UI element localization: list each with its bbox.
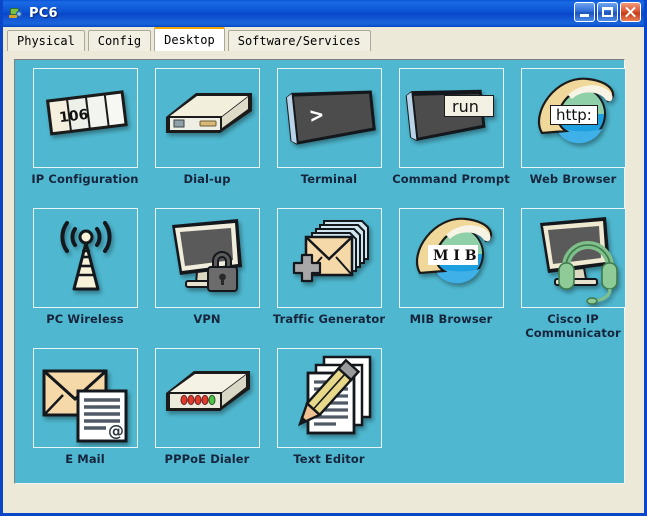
title-bar: PC6 bbox=[3, 0, 644, 27]
desktop-item-web-browser[interactable]: http: Web Browser bbox=[515, 68, 631, 208]
desktop-item-command-prompt[interactable]: run Command Prompt bbox=[392, 68, 510, 208]
email-envelope-letter-icon: @ bbox=[42, 369, 127, 443]
desktop-item-label: PC Wireless bbox=[46, 312, 124, 326]
desktop-item-label: Command Prompt bbox=[392, 172, 510, 186]
tab-software-services-label: Software/Services bbox=[237, 34, 361, 48]
desktop-item-dial-up[interactable]: Dial-up bbox=[149, 68, 265, 208]
window-controls bbox=[574, 2, 641, 22]
vpn-monitor-lock-icon bbox=[171, 219, 242, 292]
tab-bar: Physical Config Desktop Software/Service… bbox=[3, 27, 644, 52]
pppoe-dialer-tile[interactable] bbox=[154, 348, 260, 448]
ip-configuration-tile[interactable]: 106 bbox=[32, 68, 138, 168]
tab-content-desktop: 106 IP Configuration Dial-up > Terminal … bbox=[3, 51, 644, 513]
tab-physical[interactable]: Physical bbox=[7, 30, 85, 51]
desktop-item-label: Traffic Generator bbox=[272, 312, 386, 326]
desktop-item-pppoe-dialer[interactable]: PPPoE Dialer bbox=[149, 348, 265, 488]
desktop-item-label: VPN bbox=[193, 312, 221, 326]
text-editor-tile[interactable] bbox=[276, 348, 382, 448]
desktop-item-label: PPPoE Dialer bbox=[164, 452, 250, 466]
dial-up-modem-icon bbox=[165, 93, 252, 133]
terminal-prompt-glyph: > bbox=[308, 103, 324, 129]
device-window: PC6 Physical Config Desktop Software/Ser… bbox=[0, 0, 647, 516]
close-button[interactable] bbox=[620, 2, 641, 22]
tab-software-services[interactable]: Software/Services bbox=[227, 30, 371, 51]
desktop-item-label: IP Configuration bbox=[31, 172, 139, 186]
desktop-item-traffic-generator[interactable]: Traffic Generator bbox=[271, 208, 387, 348]
tab-desktop[interactable]: Desktop bbox=[154, 27, 225, 51]
maximize-button[interactable] bbox=[597, 2, 618, 22]
desktop-item-mib-browser[interactable]: M I B MIB Browser bbox=[393, 208, 509, 348]
desktop-item-ip-configuration[interactable]: 106 IP Configuration bbox=[27, 68, 143, 208]
desktop-item-terminal[interactable]: > Terminal bbox=[271, 68, 387, 208]
web-browser-badge: http: bbox=[556, 106, 592, 124]
text-editor-pencil-document-icon bbox=[297, 355, 371, 435]
command-prompt-tile[interactable]: run bbox=[398, 68, 504, 168]
desktop-item-label: Cisco IP Communicator bbox=[525, 312, 621, 340]
cisco-ip-communicator-headset-icon bbox=[539, 217, 618, 305]
desktop-item-label: Web Browser bbox=[529, 172, 617, 186]
desktop-item-label: E Mail bbox=[65, 452, 105, 466]
web-browser-tile[interactable]: http: bbox=[520, 68, 626, 168]
desktop-panel: 106 IP Configuration Dial-up > Terminal … bbox=[14, 59, 626, 484]
command-prompt-badge: run bbox=[452, 97, 479, 116]
pc-wireless-tile[interactable] bbox=[32, 208, 138, 308]
terminal-icon: > bbox=[285, 90, 376, 145]
e-mail-tile[interactable]: @ bbox=[32, 348, 138, 448]
desktop-item-pc-wireless[interactable]: PC Wireless bbox=[27, 208, 143, 348]
command-prompt-icon: run bbox=[405, 89, 494, 141]
window-title: PC6 bbox=[29, 5, 58, 21]
desktop-item-label: MIB Browser bbox=[409, 312, 493, 326]
pc-wireless-antenna-icon bbox=[59, 221, 112, 291]
desktop-item-cisco-ip-communicator[interactable]: Cisco IP Communicator bbox=[515, 208, 631, 348]
desktop-icon-grid: 106 IP Configuration Dial-up > Terminal … bbox=[27, 68, 626, 488]
traffic-generator-envelopes-icon bbox=[292, 220, 369, 283]
minimize-button[interactable] bbox=[574, 2, 595, 22]
cisco-ip-communicator-tile[interactable] bbox=[520, 208, 626, 308]
dial-up-tile[interactable] bbox=[154, 68, 260, 168]
vpn-tile[interactable] bbox=[154, 208, 260, 308]
web-browser-globe-icon: http: bbox=[537, 77, 614, 144]
mib-browser-globe-icon: M I B bbox=[415, 217, 492, 284]
desktop-item-label: Terminal bbox=[300, 172, 358, 186]
traffic-generator-tile[interactable] bbox=[276, 208, 382, 308]
mib-browser-tile[interactable]: M I B bbox=[398, 208, 504, 308]
desktop-item-label: Text Editor bbox=[293, 452, 365, 466]
pppoe-dialer-device-icon bbox=[165, 371, 250, 411]
desktop-item-e-mail[interactable]: @ E Mail bbox=[27, 348, 143, 488]
terminal-tile[interactable]: > bbox=[276, 68, 382, 168]
tab-desktop-label: Desktop bbox=[164, 33, 215, 47]
desktop-item-vpn[interactable]: VPN bbox=[149, 208, 265, 348]
tab-config[interactable]: Config bbox=[87, 30, 152, 51]
tab-config-label: Config bbox=[97, 34, 142, 48]
desktop-item-label: Dial-up bbox=[183, 172, 231, 186]
packet-tracer-device-icon bbox=[8, 5, 24, 21]
desktop-item-text-editor[interactable]: Text Editor bbox=[271, 348, 387, 488]
tab-physical-label: Physical bbox=[17, 34, 75, 48]
mib-browser-badge: M I B bbox=[433, 248, 477, 264]
ip-configuration-icon: 106 bbox=[45, 90, 128, 136]
email-at-badge: @ bbox=[108, 421, 124, 440]
